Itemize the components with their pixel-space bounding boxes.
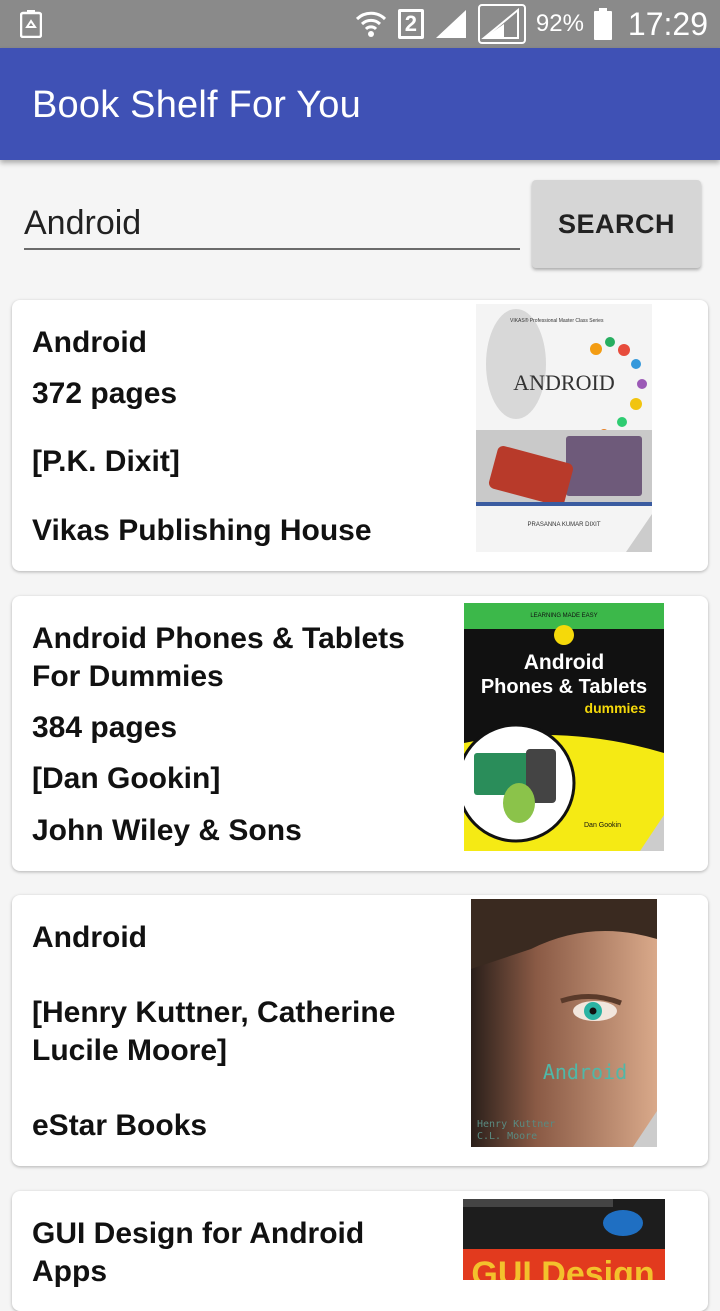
signal-roaming-icon <box>477 4 526 44</box>
book-cover: Android Henry Kuttner C.L. Moore <box>471 899 657 1147</box>
book-title: Android <box>32 326 147 359</box>
battery-icon <box>593 8 612 40</box>
clock: 17:29 <box>627 5 708 42</box>
cover-title: GUI Design <box>471 1255 654 1280</box>
book-publisher: eStar Books <box>32 1109 208 1142</box>
signal-icon <box>435 10 466 38</box>
book-authors: [Dan Gookin] <box>32 762 221 795</box>
cover-author: PRASANNA KUMAR DIXIT <box>527 522 600 528</box>
book-pages: 384 pages <box>32 711 178 744</box>
book-card[interactable]: Android 372 pages [P.K. Dixit] Vikas Pub… <box>12 300 708 571</box>
book-publisher: Vikas Publishing House <box>32 514 372 547</box>
book-cover: GUI Design <box>463 1199 665 1280</box>
cover-title-line1: Android <box>524 651 604 674</box>
cover-title: ANDROID <box>513 370 614 395</box>
app-title: Book Shelf For You <box>32 84 361 126</box>
book-authors: [Henry Kuttner, Catherine Lucile Moore] <box>32 996 396 1067</box>
book-publisher: John Wiley & Sons <box>32 814 302 847</box>
book-authors: [P.K. Dixit] <box>32 445 180 478</box>
cover-title-line2: Phones & Tablets <box>481 676 647 698</box>
battery-percent: 92% <box>535 10 584 37</box>
book-card[interactable]: GUI Design for Android Apps GUI Design <box>12 1191 708 1311</box>
book-card[interactable]: Android Phones & Tablets For Dummies 384… <box>12 596 708 871</box>
cover-banner: LEARNING MADE EASY <box>530 613 597 619</box>
search-input[interactable] <box>24 198 520 250</box>
recycle-icon <box>20 10 42 38</box>
book-pages: 372 pages <box>32 377 178 410</box>
cover-series: VIKAS® Professional Master Class Series <box>510 317 604 324</box>
wifi-icon <box>355 11 386 37</box>
book-title: Android Phones & Tablets For Dummies <box>32 622 405 693</box>
book-card[interactable]: Android [Henry Kuttner, Catherine Lucile… <box>12 895 708 1166</box>
status-bar: 2 92% 17:29 <box>0 0 720 48</box>
cover-title: Android <box>543 1060 627 1084</box>
book-cover: LEARNING MADE EASY Android Phones & Tabl… <box>464 603 664 851</box>
sim-slot-label: 2 <box>404 11 417 36</box>
cover-author-line2: C.L. Moore <box>477 1131 537 1142</box>
book-title: Android <box>32 921 147 954</box>
cover-author-line1: Henry Kuttner <box>477 1119 555 1130</box>
book-cover: VIKAS® Professional Master Class Series … <box>476 304 652 552</box>
sim-slot-icon: 2 <box>397 9 424 39</box>
cover-author: Dan Gookin <box>584 822 621 829</box>
search-button[interactable]: SEARCH <box>532 180 701 268</box>
cover-brand: dummies <box>585 700 647 716</box>
app-bar: Book Shelf For You <box>0 48 720 160</box>
